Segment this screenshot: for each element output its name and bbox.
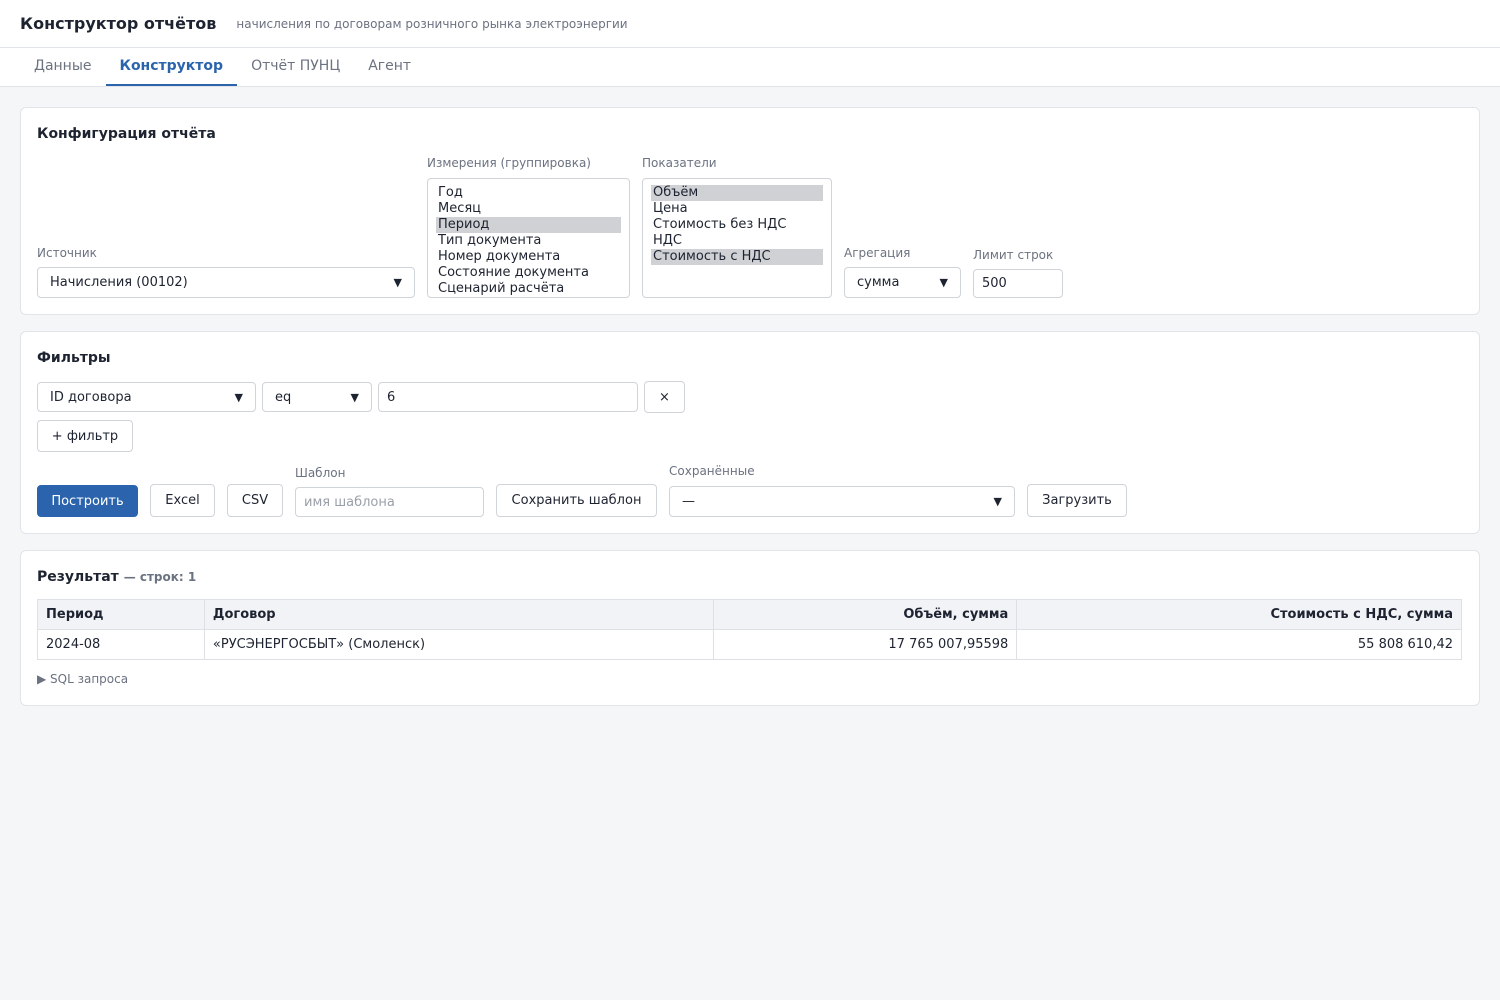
column-header-period[interactable]: Период	[37, 599, 205, 630]
save-template-button[interactable]: Сохранить шаблон	[496, 484, 657, 517]
dimension-option-doc-number[interactable]: Номер документа	[436, 249, 621, 265]
column-header-cost-with-vat-sum[interactable]: Стоимость с НДС, сумма	[1016, 599, 1462, 630]
saved-label: Сохранённые	[669, 464, 755, 478]
filter-value-input[interactable]: 6	[378, 382, 638, 412]
dimension-option-scenario[interactable]: Сценарий расчёта	[436, 281, 621, 297]
aggregation-label: Агрегация	[844, 246, 911, 260]
tab-constructor[interactable]: Конструктор	[105, 48, 238, 86]
tab-punc-report[interactable]: Отчёт ПУНЦ	[237, 48, 354, 86]
remove-filter-button[interactable]: ×	[644, 381, 685, 413]
measure-option-price[interactable]: Цена	[651, 201, 823, 217]
chevron-down-icon: ▼	[393, 276, 402, 289]
filter-operator-select[interactable]: eq ▼	[262, 382, 372, 412]
result-card: Результат — строк: 1 Период Договор Объё…	[20, 550, 1480, 706]
chevron-down-icon: ▼	[939, 276, 948, 289]
table-row: 2024-08 «РУСЭНЕРГОСБЫТ» (Смоленск) 17 76…	[37, 629, 1462, 660]
table-cell-cost-with-vat-sum: 55 808 610,42	[1016, 629, 1462, 660]
table-cell-volume-sum: 17 765 007,95598	[712, 629, 1018, 660]
app-title: Конструктор отчётов	[20, 14, 217, 33]
saved-templates-value: —	[682, 494, 695, 509]
result-title-text: Результат	[37, 569, 119, 585]
chevron-down-icon: ▼	[234, 390, 243, 404]
filter-value: 6	[387, 389, 396, 405]
app-header: Конструктор отчётов начисления по догово…	[0, 0, 1500, 48]
measures-listbox[interactable]: Объём Цена Стоимость без НДС НДС Стоимос…	[642, 178, 832, 298]
dimensions-listbox[interactable]: Год Месяц Период Тип документа Номер док…	[427, 178, 630, 298]
dimension-option-month[interactable]: Месяц	[436, 201, 621, 217]
table-cell-period: 2024-08	[37, 629, 205, 660]
table-cell-contract: «РУСЭНЕРГОСБЫТ» (Смоленск)	[203, 629, 714, 660]
close-icon: ×	[659, 389, 670, 405]
add-filter-button[interactable]: + фильтр	[37, 420, 133, 452]
measure-option-cost-with-vat[interactable]: Стоимость с НДС	[651, 249, 823, 265]
tab-data[interactable]: Данные	[20, 48, 106, 86]
chevron-down-icon: ▼	[993, 495, 1002, 508]
filter-field-select[interactable]: ID договора ▼	[37, 382, 256, 412]
dimensions-label: Измерения (группировка)	[427, 156, 591, 170]
config-card: Конфигурация отчёта Источник Начисления …	[20, 107, 1480, 315]
source-label: Источник	[37, 246, 97, 260]
template-name-input[interactable]: имя шаблона	[295, 487, 484, 517]
sql-query-toggle[interactable]: ▶ SQL запроса	[37, 672, 128, 686]
measures-label: Показатели	[642, 156, 717, 170]
column-header-contract[interactable]: Договор	[203, 599, 714, 630]
result-row-count: — строк: 1	[123, 570, 197, 584]
aggregation-value: сумма	[857, 275, 900, 290]
source-value: Начисления (00102)	[50, 275, 188, 290]
tab-bar: Данные Конструктор Отчёт ПУНЦ Агент	[0, 48, 1500, 87]
dimension-option-year[interactable]: Год	[436, 185, 621, 201]
column-header-volume-sum[interactable]: Объём, сумма	[712, 599, 1018, 630]
dimension-option-period[interactable]: Период	[436, 217, 621, 233]
filters-title: Фильтры	[37, 350, 111, 366]
template-label: Шаблон	[295, 466, 346, 480]
tab-agent[interactable]: Агент	[354, 48, 425, 86]
load-template-button[interactable]: Загрузить	[1027, 484, 1127, 517]
saved-templates-select[interactable]: — ▼	[669, 486, 1015, 517]
result-table: Период Договор Объём, сумма Стоимость с …	[37, 599, 1462, 660]
measure-option-vat[interactable]: НДС	[651, 233, 823, 249]
table-header-row: Период Договор Объём, сумма Стоимость с …	[37, 599, 1462, 630]
dimension-option-doc-type[interactable]: Тип документа	[436, 233, 621, 249]
dimension-option-doc-state[interactable]: Состояние документа	[436, 265, 621, 281]
limit-value: 500	[982, 276, 1007, 291]
filter-field-value: ID договора	[50, 389, 132, 405]
template-name-placeholder: имя шаблона	[304, 494, 395, 510]
filters-card: Фильтры ID договора ▼ eq ▼ 6 × + фильтр …	[20, 331, 1480, 534]
chevron-down-icon: ▼	[350, 390, 359, 404]
result-title: Результат — строк: 1	[37, 569, 196, 585]
config-title: Конфигурация отчёта	[37, 126, 216, 142]
source-select[interactable]: Начисления (00102) ▼	[37, 267, 415, 298]
excel-export-button[interactable]: Excel	[150, 484, 215, 517]
csv-export-button[interactable]: CSV	[227, 484, 283, 517]
limit-label: Лимит строк	[973, 248, 1054, 262]
build-button[interactable]: Построить	[37, 485, 138, 517]
measure-option-volume[interactable]: Объём	[651, 185, 823, 201]
aggregation-select[interactable]: сумма ▼	[844, 267, 961, 298]
app-subtitle: начисления по договорам розничного рынка…	[236, 16, 628, 31]
filter-operator-value: eq	[275, 389, 292, 405]
limit-input[interactable]: 500	[973, 269, 1063, 298]
measure-option-cost-no-vat[interactable]: Стоимость без НДС	[651, 217, 823, 233]
